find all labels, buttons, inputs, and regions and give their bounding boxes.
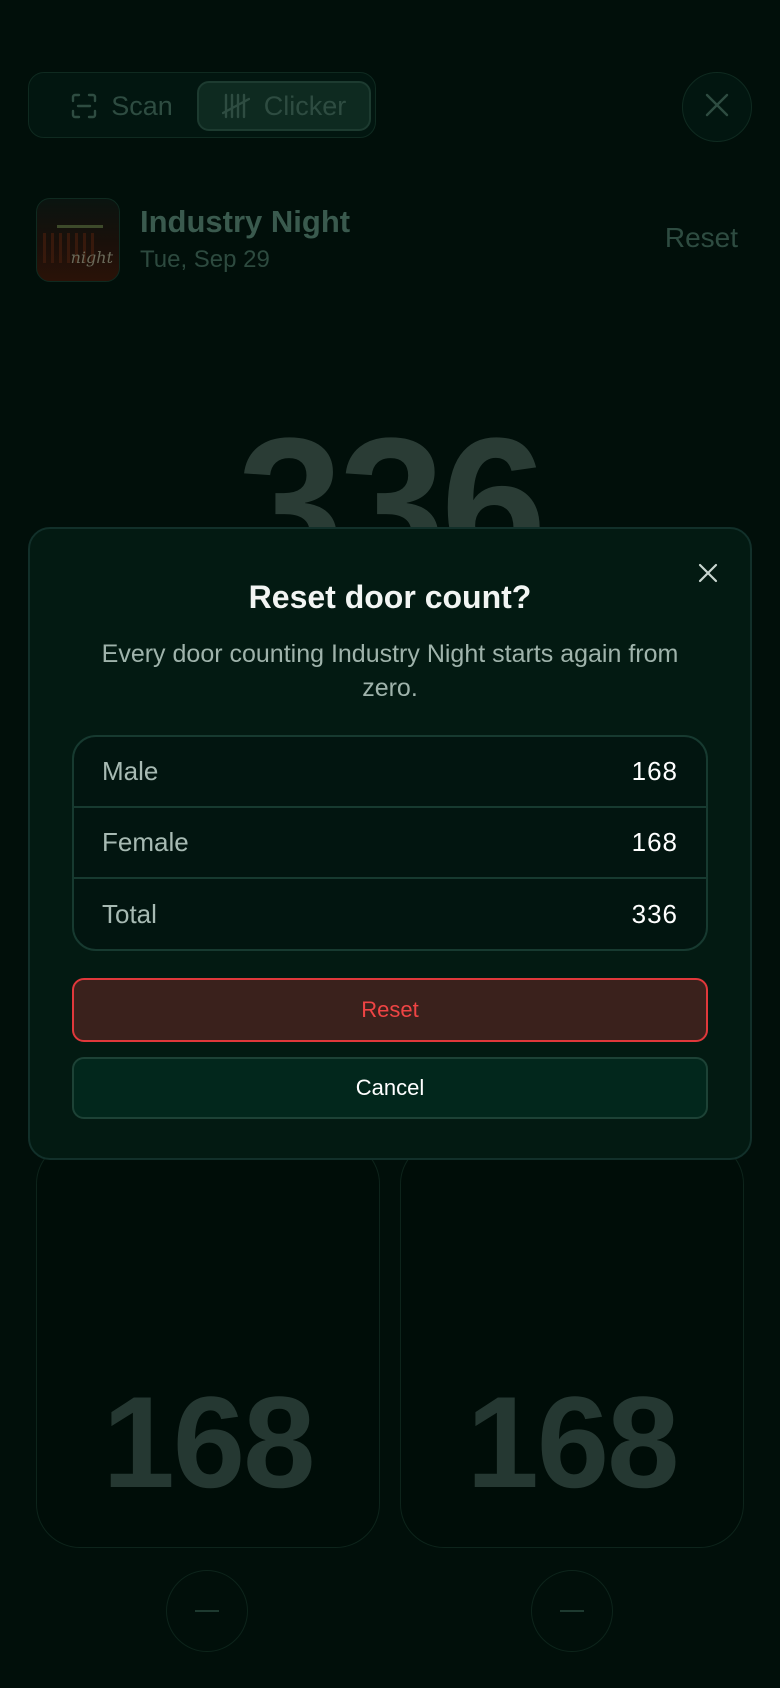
tab-scan-label: Scan [111, 90, 173, 121]
male-counter-card[interactable]: 168 [36, 1140, 380, 1548]
dialog-description: Every door counting Industry Night start… [101, 640, 679, 702]
event-date: Tue, Sep 29 [140, 246, 270, 273]
tally-icon [221, 93, 250, 119]
male-decrement-button[interactable] [166, 1570, 248, 1652]
event-thumbnail: night [36, 198, 120, 282]
female-count: 168 [466, 1369, 680, 1515]
female-counter-card[interactable]: 168 [400, 1140, 744, 1548]
male-count: 168 [102, 1369, 316, 1515]
row-value: 168 [631, 756, 678, 786]
mode-switch: Scan Clicker [28, 72, 376, 138]
row-value: 168 [631, 827, 678, 857]
dialog-title: Reset door count? [248, 579, 532, 615]
confirm-reset-button[interactable]: Reset [72, 978, 708, 1042]
table-row: Male 168 [74, 737, 706, 808]
minus-icon [560, 1610, 584, 1612]
female-decrement-button[interactable] [531, 1570, 613, 1652]
tab-scan[interactable]: Scan [37, 81, 207, 131]
table-row: Total 336 [74, 879, 706, 949]
close-icon [704, 92, 730, 123]
row-label: Male [102, 756, 159, 786]
row-value: 336 [631, 899, 678, 929]
close-button[interactable] [682, 72, 752, 142]
count-summary-table: Male 168 Female 168 Total 336 [72, 735, 708, 951]
event-title: Industry Night [140, 204, 351, 239]
reset-dialog: Reset door count? Every door counting In… [28, 527, 752, 1160]
reset-link[interactable]: Reset [665, 222, 738, 254]
thumbnail-word: night [70, 248, 113, 267]
tab-clicker[interactable]: Clicker [197, 81, 371, 131]
scan-icon [71, 93, 97, 119]
tab-clicker-label: Clicker [263, 90, 347, 121]
minus-icon [195, 1610, 219, 1612]
row-label: Female [102, 827, 189, 857]
table-row: Female 168 [74, 808, 706, 879]
cancel-button[interactable]: Cancel [72, 1057, 708, 1119]
row-label: Total [102, 899, 157, 929]
